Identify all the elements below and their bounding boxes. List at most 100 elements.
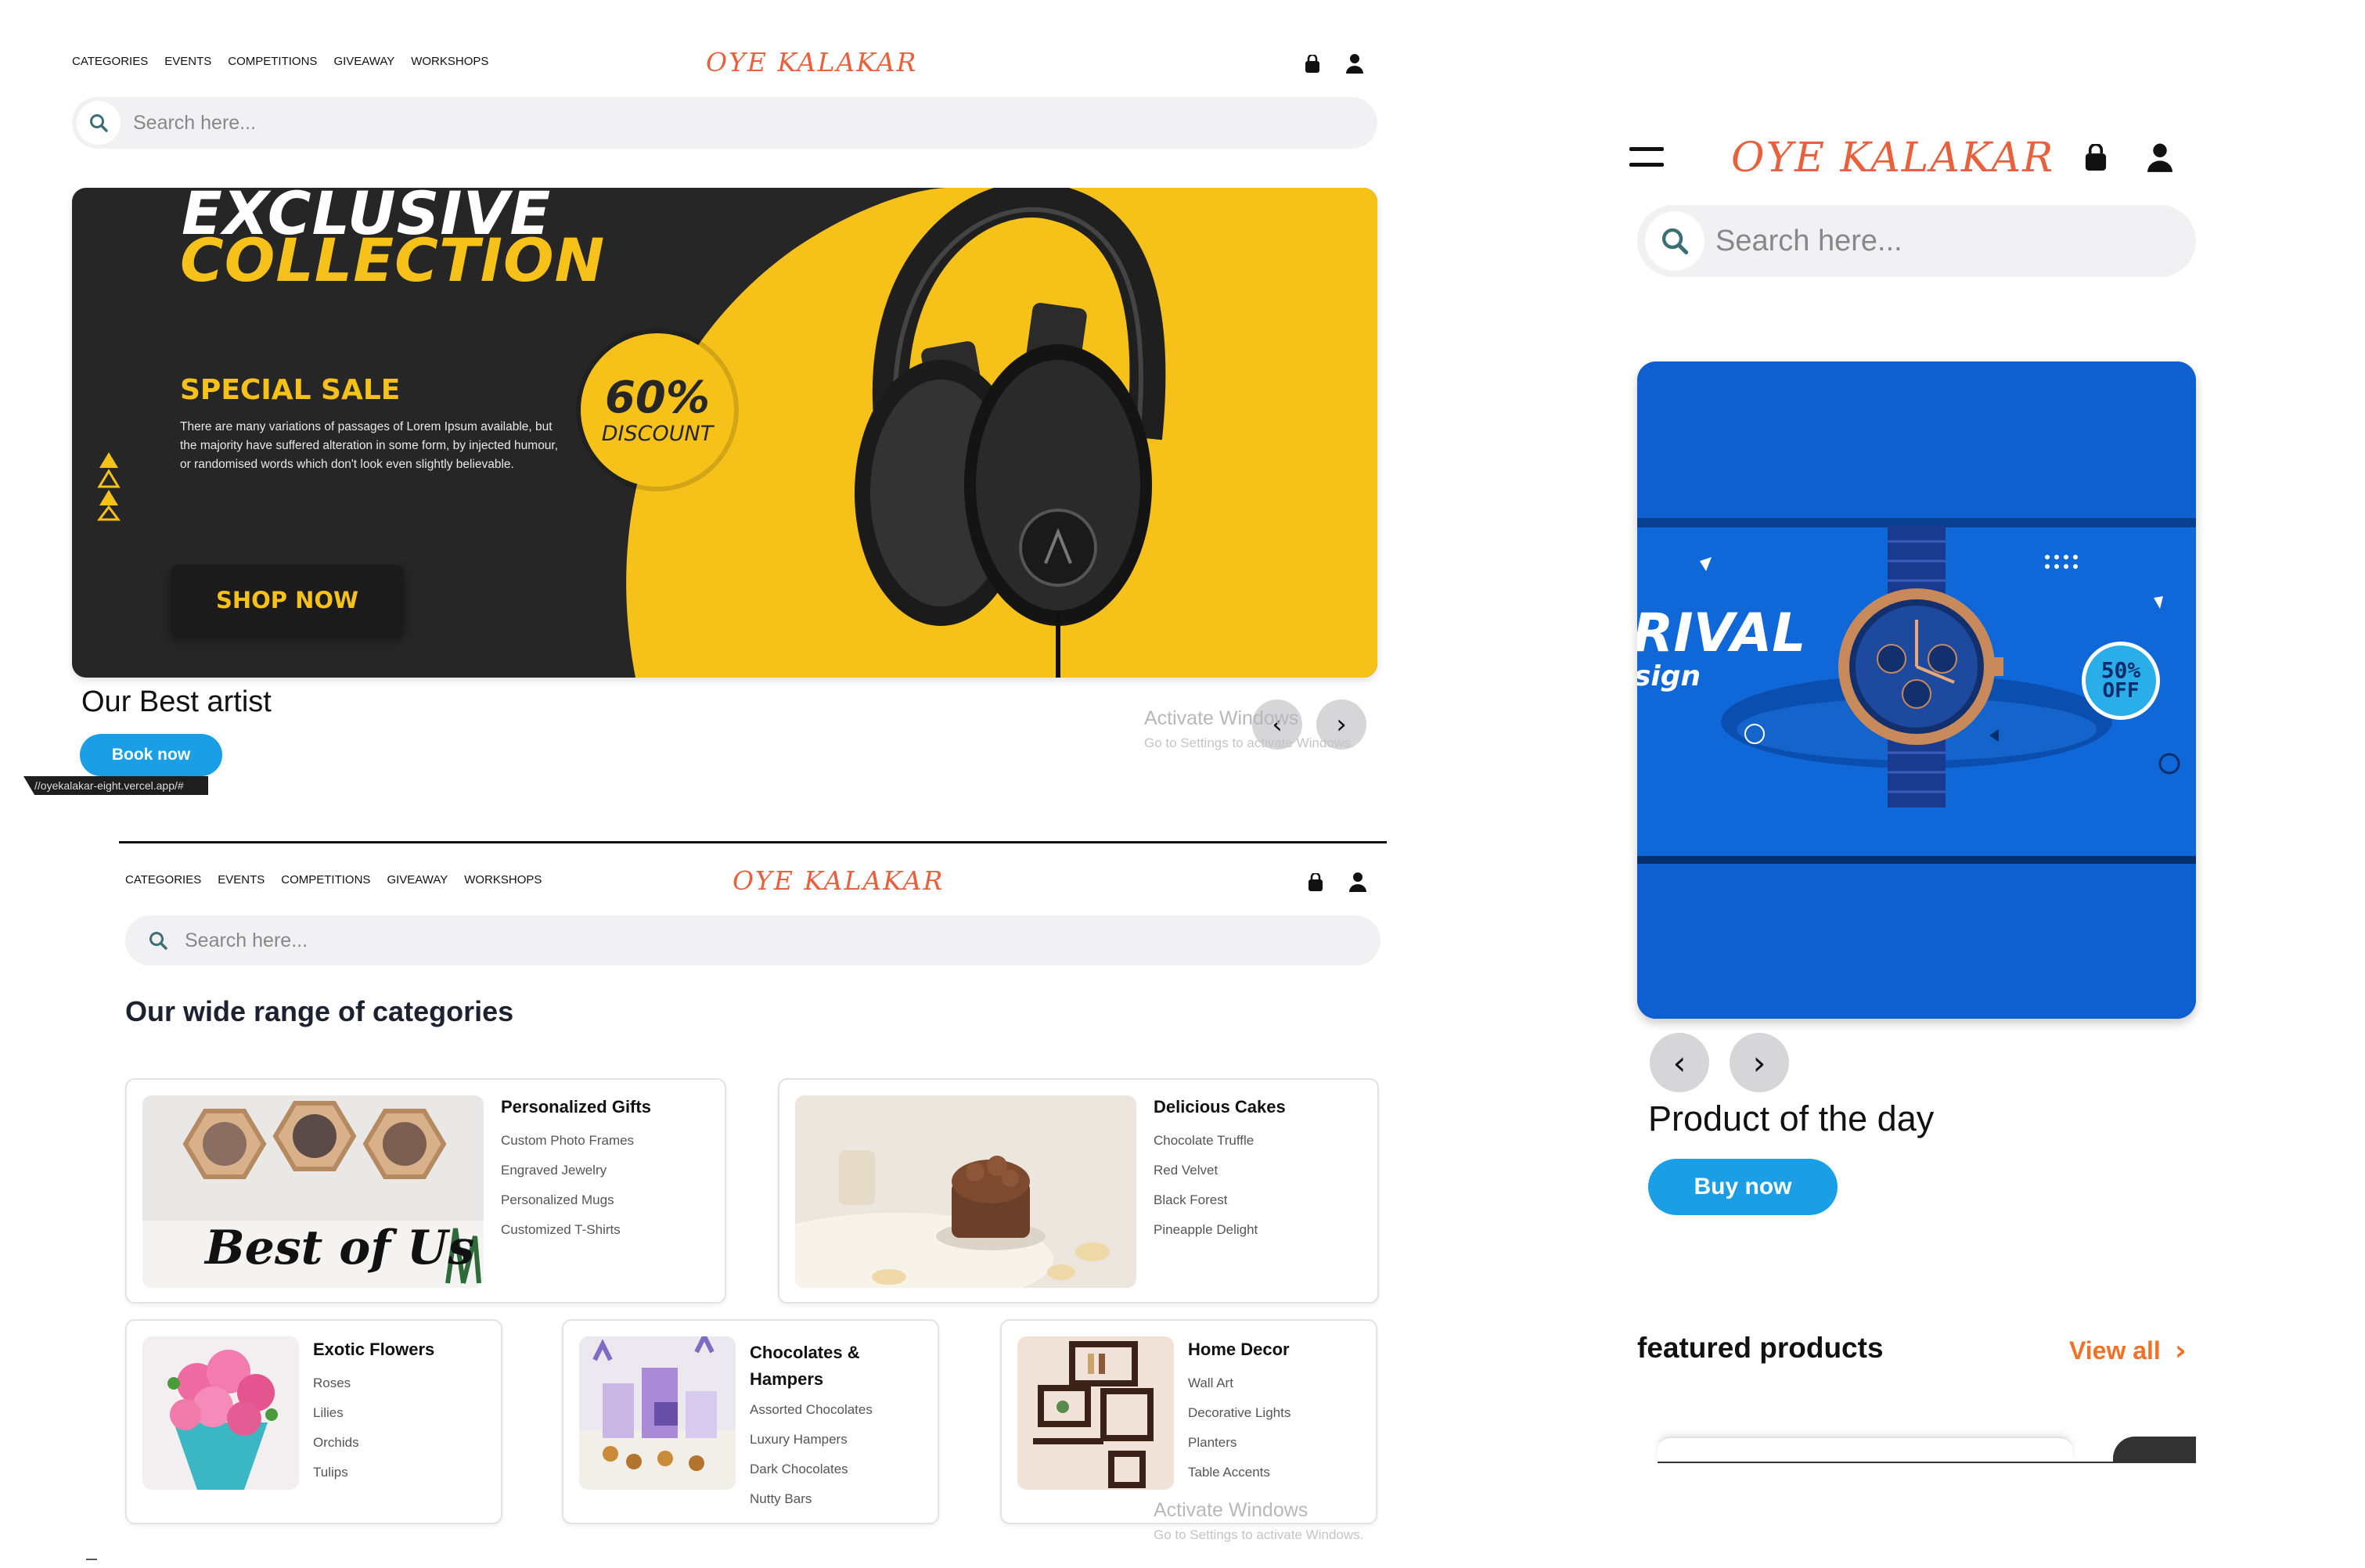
chevron-right-icon: › [2174,1335,2187,1367]
list-item[interactable]: Personalized Mugs [501,1192,634,1208]
category-title: Home Decor [1188,1340,1290,1359]
list-item[interactable]: Assorted Chocolates [750,1402,873,1418]
shop-now-button[interactable]: SHOP NOW [171,565,404,635]
screenshot-root: CATEGORIES EVENTS COMPETITIONS GIVEAWAY … [0,0,2365,1568]
hero-banner[interactable]: EXCLUSIVE COLLECTION SPECIAL SALE There … [72,188,1377,678]
discount-percent: 60% [604,372,711,423]
search-bar[interactable] [125,915,1380,966]
nav-workshops[interactable]: WORKSHOPS [464,873,542,886]
list-item[interactable]: Nutty Bars [750,1491,873,1507]
windows-watermark-subtitle: Go to Settings to activate Windows. [1154,1527,1364,1542]
featured-product-card[interactable] [2113,1437,2196,1463]
category-title: Chocolates & Hampers [750,1343,860,1389]
logo[interactable]: OYE KALAKAR [733,865,944,896]
category-title: Personalized Gifts [501,1097,651,1117]
search-bar[interactable] [72,97,1377,149]
search-input[interactable] [133,111,1229,135]
list-item[interactable]: Customized T-Shirts [501,1222,634,1238]
section-divider [119,841,1387,843]
search-icon [1645,211,1704,271]
bag-icon[interactable] [1304,53,1321,77]
discount-text: DISCOUNT [601,421,714,446]
corner-mark [86,1559,97,1560]
list-item[interactable]: Dark Chocolates [750,1462,873,1477]
list-item[interactable]: Roses [313,1376,359,1391]
nav-events[interactable]: EVENTS [164,55,211,68]
list-item[interactable]: Luxury Hampers [750,1432,873,1448]
list-item[interactable]: Pineapple Delight [1154,1222,1258,1238]
bag-icon[interactable] [1307,872,1324,896]
list-item[interactable]: Tulips [313,1465,359,1480]
view-all-link[interactable]: View all › [2069,1335,2187,1367]
search-icon [77,101,121,145]
personalized-gifts-image: Best of Us [142,1095,484,1288]
category-card-chocolates-hampers[interactable]: Chocolates & Hampers Assorted Chocolates… [562,1319,939,1524]
category-items: Assorted Chocolates Luxury Hampers Dark … [750,1402,873,1507]
menu-icon[interactable] [1629,146,1664,173]
list-item[interactable]: Orchids [313,1435,359,1451]
best-of-us-text: Best of Us [205,1221,475,1275]
headphones-image [855,188,1166,678]
book-now-button[interactable]: Book now [80,734,222,776]
nav-competitions[interactable]: COMPETITIONS [281,873,370,886]
windows-watermark-subtitle: Go to Settings to activate Windows. [1144,735,1355,750]
best-artist-title: Our Best artist [81,685,272,718]
search-input[interactable] [185,929,1280,952]
banner-subline: sign [1637,660,1701,692]
user-icon[interactable] [2147,142,2172,176]
nav-giveaway[interactable]: GIVEAWAY [387,873,448,886]
nav-workshops[interactable]: WORKSHOPS [411,55,488,68]
category-items: Custom Photo Frames Engraved Jewelry Per… [501,1133,634,1238]
list-item[interactable]: Chocolate Truffle [1154,1133,1258,1149]
category-card-exotic-flowers[interactable]: Exotic Flowers Roses Lilies Orchids Tuli… [125,1319,502,1524]
nav-competitions[interactable]: COMPETITIONS [228,55,317,68]
nav-giveaway[interactable]: GIVEAWAY [333,55,394,68]
buy-now-button[interactable]: Buy now [1648,1159,1838,1215]
product-banner[interactable]: RIVAL sign 50% OFF [1637,361,2196,1019]
nav-categories[interactable]: CATEGORIES [125,873,201,886]
status-url-tooltip: //oyekalakar-eight.vercel.app/# [23,776,208,795]
featured-underline [1658,1462,2196,1463]
featured-product-card[interactable] [1658,1437,2072,1463]
badge-text: OFF [2102,679,2140,703]
search-bar[interactable] [1637,205,2196,277]
triangles-decoration [97,451,121,525]
special-sale-description: There are many variations of passages of… [180,420,559,471]
product-of-day-title: Product of the day [1648,1099,1935,1138]
windows-watermark-title: Activate Windows [1144,707,1299,729]
view-all-label: View all [2069,1336,2161,1365]
category-items: Chocolate Truffle Red Velvet Black Fores… [1154,1133,1258,1238]
carousel-prev-button[interactable]: ‹ [1650,1033,1709,1092]
nav-categories[interactable]: CATEGORIES [72,55,148,68]
user-icon[interactable] [1349,872,1366,896]
category-items: Roses Lilies Orchids Tulips [313,1376,359,1480]
list-item[interactable]: Engraved Jewelry [501,1163,634,1178]
search-icon [138,920,178,961]
nav-events[interactable]: EVENTS [218,873,265,886]
list-item[interactable]: Red Velvet [1154,1163,1258,1178]
list-item[interactable]: Lilies [313,1405,359,1421]
category-card-delicious-cakes[interactable]: Delicious Cakes Chocolate Truffle Red Ve… [778,1078,1379,1304]
user-icon[interactable] [1346,53,1363,77]
list-item[interactable]: Wall Art [1188,1376,1290,1391]
hampers-image [579,1336,736,1490]
bag-icon[interactable] [2083,142,2108,176]
watch-image [1838,526,2003,807]
list-item[interactable]: Table Accents [1188,1465,1290,1480]
list-item[interactable]: Custom Photo Frames [501,1133,634,1149]
discount-badge: 60% DISCOUNT [581,333,734,487]
list-item[interactable]: Planters [1188,1435,1290,1451]
list-item[interactable]: Decorative Lights [1188,1405,1290,1421]
categories-section-title: Our wide range of categories [125,995,514,1027]
carousel-next-button[interactable]: › [1730,1033,1789,1092]
list-item[interactable]: Black Forest [1154,1192,1258,1208]
cake-image [795,1095,1136,1288]
chevron-right-icon: › [1752,1043,1766,1082]
category-card-home-decor[interactable]: Home Decor Wall Art Decorative Lights Pl… [1000,1319,1377,1524]
logo[interactable]: OYE KALAKAR [706,47,917,77]
category-card-personalized-gifts[interactable]: Best of Us Personalized Gifts Custom Pho… [125,1078,726,1304]
category-items: Wall Art Decorative Lights Planters Tabl… [1188,1376,1290,1480]
search-input[interactable] [1715,224,2154,258]
logo[interactable]: OYE KALAKAR [1731,135,2054,182]
chevron-left-icon: ‹ [1672,1043,1686,1082]
